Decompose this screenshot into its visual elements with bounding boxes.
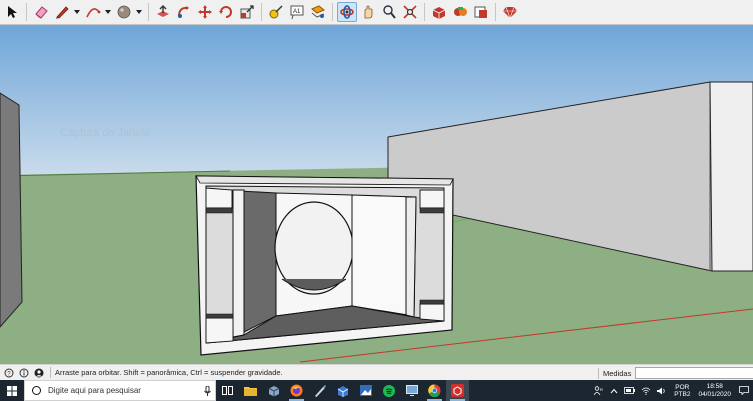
file-explorer-icon[interactable] — [239, 380, 262, 401]
zoom-extents-icon[interactable] — [400, 2, 420, 22]
arc-dropdown-chevron-icon[interactable] — [104, 2, 112, 22]
system-tray: R POR PTB2 18:58 04/01/2020 — [591, 380, 753, 401]
move-icon[interactable] — [195, 2, 215, 22]
volume-icon[interactable] — [657, 387, 667, 395]
section-plane-icon[interactable] — [308, 2, 328, 22]
status-divider — [50, 367, 51, 378]
geo-location-icon[interactable]: ? — [3, 367, 15, 379]
chevron-up-icon[interactable] — [610, 388, 618, 394]
pan-icon[interactable] — [358, 2, 378, 22]
window-capture-label: Captura de Janela — [60, 127, 150, 139]
paint-dropdown-chevron-icon[interactable] — [135, 2, 143, 22]
text-icon[interactable]: A1 — [287, 2, 307, 22]
tape-measure-icon[interactable] — [266, 2, 286, 22]
microphone-icon[interactable] — [201, 385, 213, 397]
model-viewport[interactable]: Captura de Janela — [0, 25, 753, 364]
taskbar-search-box[interactable]: Digite aqui para pesquisar — [24, 380, 216, 401]
cortana-circle-icon — [32, 386, 41, 395]
status-hint: Arraste para orbitar. Shift = panorâmica… — [55, 368, 283, 377]
toolbar-separator — [424, 3, 425, 21]
select-arrow-icon[interactable] — [2, 2, 22, 22]
photos-icon[interactable] — [354, 380, 377, 401]
toolbar-separator — [332, 3, 333, 21]
search-placeholder: Digite aqui para pesquisar — [48, 386, 141, 395]
box-app-icon[interactable] — [262, 380, 285, 401]
clock[interactable]: 18:58 04/01/2020 — [698, 383, 731, 398]
people-icon[interactable]: R — [594, 386, 604, 395]
left-building — [0, 92, 23, 328]
sketchup-window: A1 Captura de Janela ? Arraste para orbi… — [0, 0, 753, 401]
scale-icon[interactable] — [237, 2, 257, 22]
measurements-input[interactable] — [635, 367, 753, 379]
toolbar-separator — [495, 3, 496, 21]
pencil-dropdown-chevron-icon[interactable] — [73, 2, 81, 22]
clock-date: 04/01/2020 — [698, 390, 731, 398]
pencil-line-icon[interactable] — [52, 2, 72, 22]
measurements-box: Medidas — [598, 367, 753, 379]
orbit-icon[interactable] — [337, 2, 357, 22]
status-bar: ? Arraste para orbitar. Shift = panorâmi… — [0, 364, 753, 380]
status-divider — [598, 367, 599, 379]
sketchup-red-icon[interactable] — [446, 380, 469, 401]
scene-canvas[interactable] — [0, 25, 753, 364]
ruby-console-icon[interactable] — [500, 2, 520, 22]
keyboard-layout: PTB2 — [674, 390, 691, 398]
eraser-icon[interactable] — [31, 2, 51, 22]
chrome-icon[interactable] — [423, 380, 446, 401]
language-code: POR — [675, 383, 690, 391]
main-toolbar: A1 — [0, 0, 753, 25]
speaker-box — [195, 175, 454, 356]
windows-taskbar: Digite aqui para pesquisar R POR PTB2 18… — [0, 380, 753, 401]
arc-icon[interactable] — [83, 2, 103, 22]
spotify-icon[interactable] — [377, 380, 400, 401]
measurements-label: Medidas — [603, 368, 632, 378]
wifi-icon[interactable] — [641, 387, 651, 395]
toolbar-separator — [261, 3, 262, 21]
windows-start-icon[interactable] — [0, 380, 24, 401]
paint-brush-icon[interactable] — [308, 380, 331, 401]
sketchup-blue-icon[interactable] — [331, 380, 354, 401]
toolbar-separator — [26, 3, 27, 21]
language-indicator[interactable]: POR PTB2 — [674, 384, 690, 398]
credits-info-icon[interactable] — [18, 367, 30, 379]
svg-text:A1: A1 — [293, 9, 301, 15]
clock-time: 18:58 — [706, 383, 723, 390]
zoom-icon[interactable] — [379, 2, 399, 22]
firefox-icon[interactable] — [285, 380, 308, 401]
layout-icon[interactable] — [471, 2, 491, 22]
notification-center-icon[interactable] — [735, 380, 753, 401]
user-account-icon[interactable] — [33, 367, 45, 379]
rotate-icon[interactable] — [216, 2, 236, 22]
paint-bucket-icon[interactable] — [114, 2, 134, 22]
toolbar-separator — [148, 3, 149, 21]
follow-me-icon[interactable] — [174, 2, 194, 22]
3d-warehouse-icon[interactable] — [429, 2, 449, 22]
svg-text:R: R — [600, 387, 603, 392]
display-icon[interactable] — [400, 380, 423, 401]
battery-icon[interactable] — [624, 387, 636, 394]
push-pull-icon[interactable] — [153, 2, 173, 22]
extension-warehouse-icon[interactable] — [450, 2, 470, 22]
task-view-icon[interactable] — [216, 380, 239, 401]
